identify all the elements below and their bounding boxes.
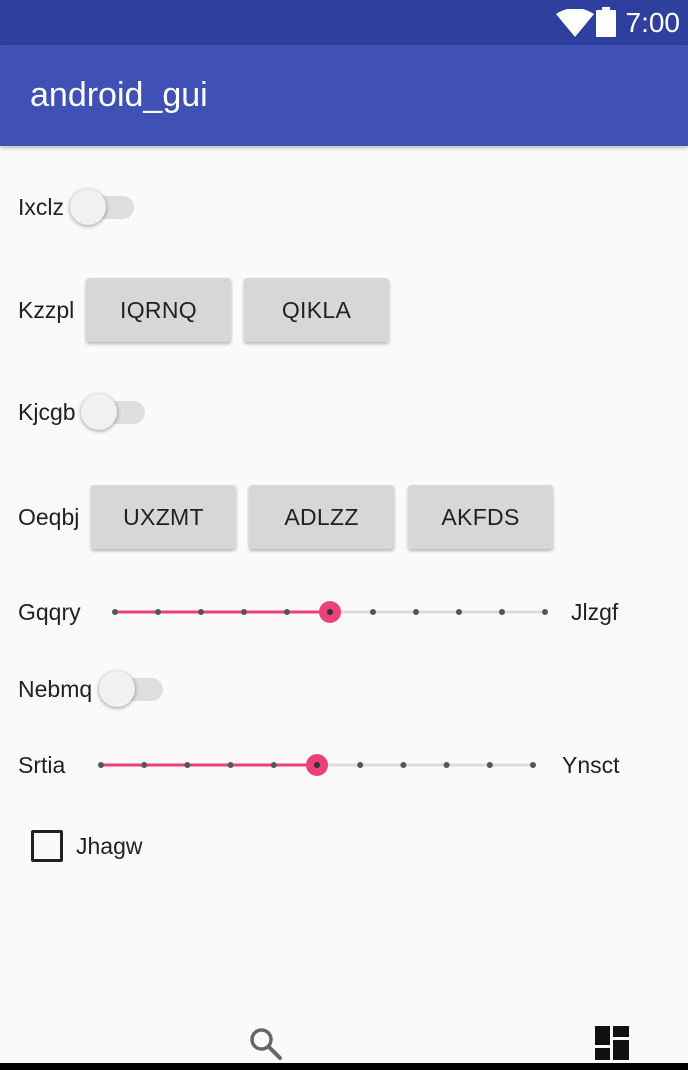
app-bar: android_gui — [0, 45, 688, 146]
slider-tick — [112, 609, 118, 615]
switch-ixclz[interactable] — [70, 187, 140, 227]
slider-tick — [155, 609, 161, 615]
slider-tick — [456, 609, 462, 615]
navigation-bar-edge — [0, 1063, 688, 1070]
slider-tick — [357, 762, 364, 768]
checkbox-jhagw[interactable] — [31, 830, 63, 862]
slider-tick — [542, 609, 548, 615]
battery-icon — [596, 7, 616, 37]
switch-kjcgb[interactable] — [81, 392, 151, 432]
slider-tick — [499, 609, 505, 615]
slider-gqqry-right-label: Jlzgf — [571, 599, 619, 625]
uxzmt-button[interactable]: UXZMT — [91, 485, 236, 549]
slider-tick — [270, 762, 277, 768]
status-bar: 7:00 — [0, 0, 688, 45]
adlzz-button[interactable]: ADLZZ — [249, 485, 394, 549]
slider-tick — [400, 762, 407, 768]
app-title: android_gui — [30, 76, 208, 114]
akfds-button[interactable]: AKFDS — [408, 485, 553, 549]
button-row-oeqbj-label: Oeqbj — [18, 504, 80, 530]
slider-srtia-ynsct[interactable] — [86, 745, 548, 785]
slider-tick — [141, 762, 148, 768]
wifi-icon — [556, 9, 594, 37]
switch-nebmq[interactable] — [99, 669, 169, 709]
slider-gqqry-jlzgf[interactable] — [100, 592, 560, 632]
slider-tick — [198, 609, 204, 615]
slider-tick — [413, 609, 419, 615]
slider-tick — [486, 762, 493, 768]
slider-srtia-left-label: Srtia — [18, 752, 66, 778]
android-screen: 7:00 android_gui Ixclz Kzzpl IQRNQ QIKLA… — [0, 0, 688, 1070]
slider-tick — [530, 762, 536, 768]
dashboard-icon[interactable] — [595, 1026, 629, 1060]
slider-srtia-right-label: Ynsct — [562, 752, 620, 778]
search-icon[interactable] — [248, 1026, 284, 1062]
slider-tick — [184, 762, 191, 768]
status-clock: 7:00 — [625, 7, 681, 38]
slider-tick — [227, 762, 234, 768]
slider-thumb-tick — [327, 609, 333, 615]
switch-kjcgb-label: Kjcgb — [18, 399, 76, 425]
slider-thumb-tick — [314, 762, 320, 768]
iqrnq-button[interactable]: IQRNQ — [86, 278, 231, 342]
button-row-kzzpl-label: Kzzpl — [18, 297, 75, 323]
qikla-button[interactable]: QIKLA — [244, 278, 389, 342]
switch-nebmq-label: Nebmq — [18, 676, 93, 702]
slider-tick — [284, 609, 290, 615]
slider-tick — [241, 609, 247, 615]
slider-gqqry-left-label: Gqqry — [18, 599, 81, 625]
slider-tick — [98, 762, 104, 768]
slider-tick — [443, 762, 450, 768]
slider-tick — [370, 609, 376, 615]
checkbox-jhagw-label: Jhagw — [76, 833, 143, 859]
switch-ixclz-label: Ixclz — [18, 194, 64, 220]
